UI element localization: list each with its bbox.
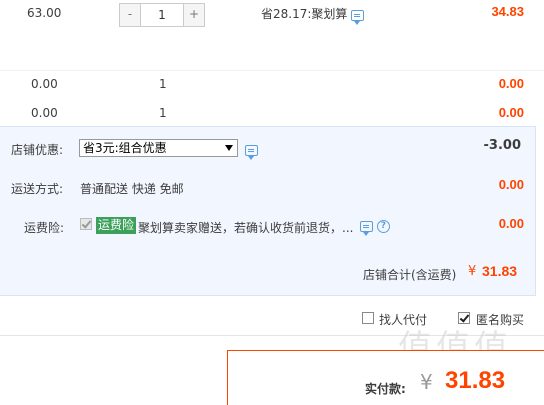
shop-total-currency: ¥ <box>468 264 477 279</box>
payment-label: 实付款: <box>365 382 406 396</box>
bonus-qty: 1 <box>159 77 167 91</box>
item-row: 63.00 - 1 + 省28.17:聚划算 34.83 <box>0 0 544 70</box>
shipping-label: 运送方式: <box>11 182 64 196</box>
bonus-price: 0.00 <box>31 77 58 91</box>
payment-value: 31.83 <box>445 367 506 394</box>
quantity-input[interactable]: 1 <box>141 3 183 27</box>
shop-total-value: 31.83 <box>482 263 518 279</box>
bonus-subtotal: 0.00 <box>498 105 524 120</box>
shipping-amount: 0.00 <box>498 177 524 192</box>
insurance-icons: ? <box>360 219 390 236</box>
increase-button[interactable]: + <box>183 3 205 27</box>
quantity-stepper: - 1 + <box>119 3 205 27</box>
insurance-label: 运费险: <box>24 221 65 235</box>
shop-discount-selected: 省3元:组合优惠 <box>83 141 167 155</box>
shop-total-label: 店铺合计(含运费) <box>363 268 457 282</box>
shipping-method: 普通配送 快递 免邮 <box>80 182 184 196</box>
shop-discount-select[interactable]: 省3元:组合优惠 <box>79 139 238 157</box>
shop-discount-label: 店铺优惠: <box>11 143 64 157</box>
chat-icon[interactable] <box>351 10 364 25</box>
unit-price: 63.00 <box>27 6 62 20</box>
payment-box: 实付款: ¥ 31.83 <box>227 350 544 405</box>
insurance-tag: 运费险 <box>96 217 137 234</box>
insurance-amount: 0.00 <box>498 216 524 231</box>
bonus-price: 0.00 <box>31 106 58 120</box>
item-subtotal: 34.83 <box>491 4 524 19</box>
help-icon[interactable]: ? <box>376 220 390 233</box>
insurance-description: 聚划算卖家赠送，若确认收货前退货，... <box>138 221 354 235</box>
decrease-button[interactable]: - <box>119 3 141 27</box>
chat-icon[interactable] <box>245 145 258 160</box>
divider <box>535 126 536 296</box>
chevron-down-icon <box>225 145 233 151</box>
proxy-pay-checkbox[interactable] <box>362 312 374 324</box>
bonus-qty: 1 <box>159 106 167 120</box>
bonus-subtotal: 0.00 <box>498 76 524 91</box>
insurance-checkbox <box>80 218 92 230</box>
discount-note: 省28.17:聚划算 <box>261 7 348 21</box>
payment-currency: ¥ <box>420 370 433 394</box>
chat-icon[interactable] <box>360 221 373 236</box>
bonus-items: 0.00 1 0.00 0.00 1 0.00 <box>0 70 544 126</box>
shop-discount-amount: -3.00 <box>483 138 521 153</box>
